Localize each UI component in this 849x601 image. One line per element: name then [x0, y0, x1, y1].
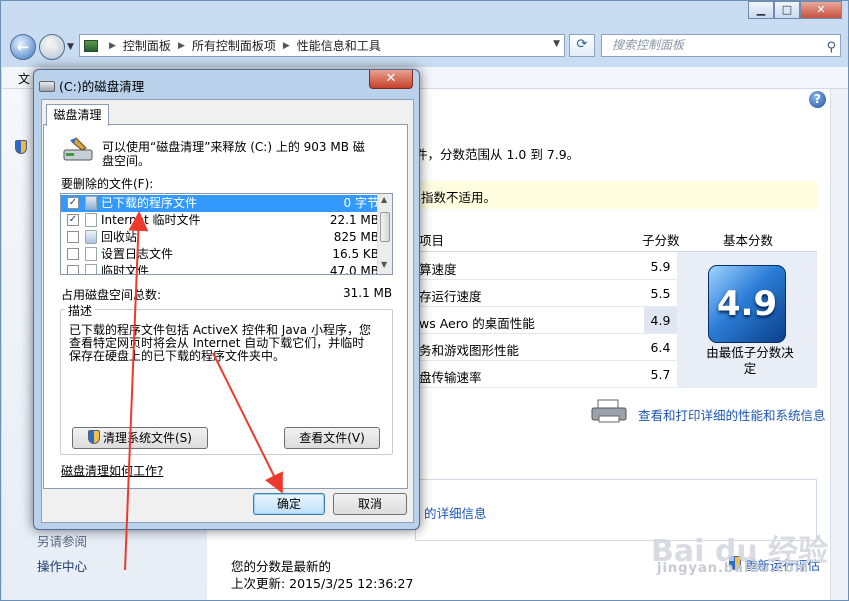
- files-list-scrollbar[interactable]: ▲ ▼: [377, 194, 392, 274]
- print-details-link[interactable]: 查看和打印详细的性能和系统信息: [638, 405, 826, 424]
- total-space-value: 31.1 MB: [343, 286, 393, 300]
- ok-button[interactable]: 确定: [253, 493, 325, 515]
- tab-disk-cleanup[interactable]: 磁盘清理: [46, 104, 109, 126]
- minimize-button[interactable]: ▁: [748, 1, 774, 19]
- history-chevron-down-icon[interactable]: ▼: [67, 42, 74, 52]
- file-size: 16.5 KB: [332, 247, 379, 261]
- clean-system-files-label: 清理系统文件(S): [103, 431, 192, 445]
- checkbox[interactable]: [67, 231, 79, 243]
- dialog-title-text: (C:)的磁盘清理: [59, 79, 145, 94]
- col-item-header: 项目: [419, 233, 445, 248]
- breadcrumb-all-items[interactable]: 所有控制面板项: [192, 37, 276, 54]
- last-update: 上次更新: 2015/3/25 12:36:27: [231, 576, 414, 591]
- col-subscore-header: 子分数: [642, 233, 680, 248]
- file-icon: [85, 264, 97, 274]
- list-item[interactable]: 回收站 825 MB: [61, 229, 379, 246]
- row-label: 盘传输速率: [419, 370, 482, 385]
- description-line3: 保存在硬盘上的已下载的程序文件夹中。: [69, 349, 286, 363]
- dialog-title: (C:)的磁盘清理: [39, 76, 144, 95]
- disk-cleanup-icon: [63, 137, 93, 161]
- description-label: 描述: [65, 302, 96, 319]
- breadcrumb-performance[interactable]: 性能信息和工具: [297, 37, 381, 54]
- row-label: ws Aero 的桌面性能: [419, 316, 535, 331]
- maximize-button[interactable]: □: [774, 1, 800, 19]
- search-icon[interactable]: ⚲: [826, 37, 836, 58]
- address-dropdown-icon[interactable]: ▼: [553, 39, 560, 49]
- warning-text: 指数不适用。: [421, 190, 497, 205]
- details-link[interactable]: 的详细信息: [424, 503, 487, 522]
- row-label: 务和游戏图形性能: [419, 343, 520, 358]
- row-label: 算速度: [419, 262, 457, 277]
- file-icon: [85, 247, 97, 261]
- file-name: 已下载的程序文件: [101, 196, 198, 210]
- scroll-up-icon[interactable]: ▲: [381, 195, 387, 204]
- list-item[interactable]: 设置日志文件 16.5 KB: [61, 246, 379, 263]
- file-name: 设置日志文件: [101, 247, 174, 261]
- subscore-cell-lowest: 4.9: [644, 307, 677, 334]
- scroll-thumb[interactable]: [380, 212, 390, 242]
- watermark-url: jingyan.baidu.com: [657, 561, 810, 576]
- breadcrumb-chevron-icon: ▶: [282, 40, 290, 51]
- printer-icon: [591, 399, 627, 423]
- files-list[interactable]: ✓ 已下载的程序文件 0 字节 ✓ Internet 临时文件 22.1 MB …: [60, 193, 393, 275]
- file-icon: [85, 213, 97, 227]
- base-score-badge: 4.9: [708, 265, 786, 343]
- list-item[interactable]: ✓ Internet 临时文件 22.1 MB: [61, 212, 379, 229]
- forward-arrow-icon[interactable]: →: [39, 34, 65, 60]
- subscore-cell: 5.9: [644, 253, 677, 280]
- base-caption-text: 由最低子分数决定: [706, 345, 794, 376]
- col-base-header: 基本分数: [723, 233, 774, 248]
- help-icon[interactable]: ?: [809, 91, 826, 108]
- subscore-cell: 5.5: [644, 280, 677, 307]
- drive-icon: [39, 81, 55, 92]
- file-size: 825 MB: [333, 230, 379, 244]
- subscore-cell: 6.4: [644, 334, 677, 361]
- intro-text-line2: 盘空间。: [102, 154, 151, 168]
- checkbox[interactable]: [67, 248, 79, 260]
- back-arrow-icon[interactable]: ←: [10, 34, 36, 60]
- search-input[interactable]: 搜索控制面板 ⚲: [601, 34, 841, 57]
- shield-icon: [15, 140, 27, 154]
- menu-item-file[interactable]: 文: [18, 70, 30, 87]
- subscore-cell: 5.7: [644, 361, 677, 388]
- total-space-label: 占用磁盘空间总数:: [61, 288, 162, 302]
- breadcrumb-control-panel[interactable]: 控制面板: [123, 37, 171, 54]
- base-score-caption: 由最低子分数决定: [705, 345, 795, 377]
- clean-system-files-button[interactable]: 清理系统文件(S): [72, 427, 208, 449]
- score-range-note: 件，分数范围从 1.0 到 7.9。: [415, 147, 580, 162]
- breadcrumb-chevron-icon: ▶: [177, 40, 185, 51]
- file-name: 回收站: [101, 230, 138, 244]
- dialog-close-button[interactable]: ✕: [369, 70, 413, 89]
- uac-shield-icon: [88, 430, 100, 444]
- file-size: 0 字节: [343, 196, 379, 210]
- checkbox[interactable]: [67, 265, 79, 274]
- recycle-bin-icon: [85, 230, 97, 244]
- control-panel-icon: [84, 39, 98, 52]
- breadcrumb-chevron-icon: ▶: [109, 40, 116, 51]
- row-label: 存运行速度: [419, 289, 482, 304]
- refresh-icon[interactable]: ⟳: [569, 34, 595, 57]
- list-item[interactable]: 临时文件 47.0 MB: [61, 263, 379, 275]
- action-center-link[interactable]: 操作中心: [37, 556, 87, 575]
- file-name: Internet 临时文件: [101, 213, 201, 227]
- file-size: 47.0 MB: [329, 264, 379, 275]
- close-button[interactable]: ✕: [800, 1, 842, 19]
- main-scrollbar[interactable]: [830, 89, 848, 600]
- checkbox[interactable]: ✓: [67, 214, 79, 226]
- file-size: 22.1 MB: [329, 213, 379, 227]
- folder-icon: [85, 196, 97, 210]
- checkbox[interactable]: ✓: [67, 197, 79, 209]
- how-disk-cleanup-works-link[interactable]: 磁盘清理如何工作?: [61, 462, 163, 479]
- cancel-button[interactable]: 取消: [333, 493, 407, 515]
- file-name: 临时文件: [101, 264, 150, 275]
- see-also-heading: 另请参阅: [37, 534, 88, 549]
- watermark-logo: Bai du 经验: [651, 534, 829, 569]
- view-files-button[interactable]: 查看文件(V): [284, 427, 380, 449]
- scroll-down-icon[interactable]: ▼: [381, 260, 387, 269]
- files-to-delete-label: 要删除的文件(F):: [61, 177, 154, 191]
- address-bar[interactable]: ▶ 控制面板 ▶ 所有控制面板项 ▶ 性能信息和工具 ▼: [79, 34, 565, 57]
- list-item[interactable]: ✓ 已下载的程序文件 0 字节: [61, 195, 379, 212]
- window-controls: ▁ □ ✕: [748, 1, 842, 19]
- search-placeholder: 搜索控制面板: [612, 38, 685, 52]
